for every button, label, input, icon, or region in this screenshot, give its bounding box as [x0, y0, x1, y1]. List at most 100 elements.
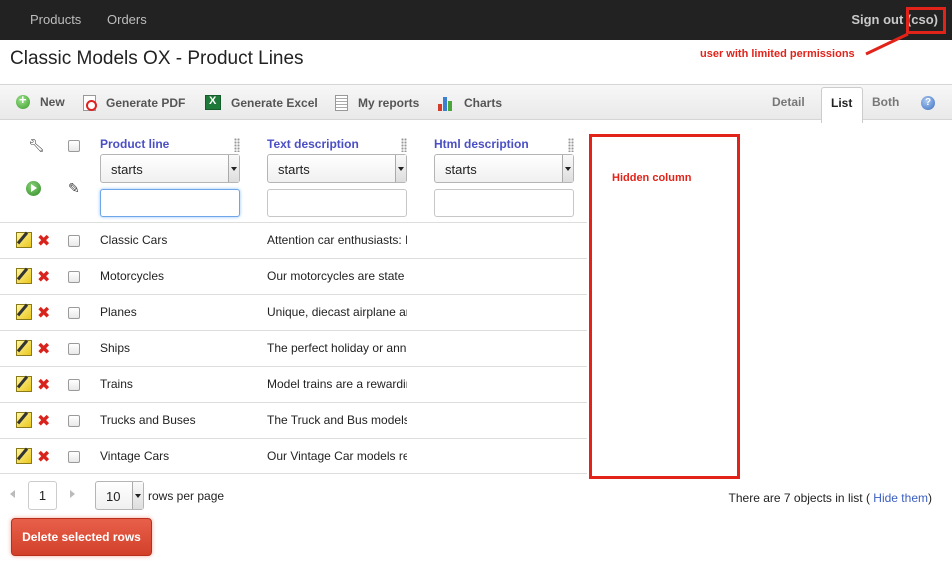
- prev-page-icon[interactable]: [10, 490, 15, 498]
- new-label: New: [40, 95, 65, 109]
- view-tab-both[interactable]: Both: [872, 95, 899, 109]
- filter-mode-value: starts: [111, 162, 143, 177]
- cell-text-description: Our motorcycles are state of: [267, 269, 407, 283]
- edit-icon[interactable]: [16, 340, 32, 356]
- charts-button[interactable]: Charts: [438, 95, 502, 111]
- clear-filter-icon[interactable]: ✎: [68, 180, 80, 197]
- annotation-arrow-icon: [865, 32, 909, 56]
- toolbar: New Generate PDF Generate Excel My repor…: [0, 84, 952, 120]
- charts-label: Charts: [464, 96, 503, 110]
- column-header-product-line[interactable]: Product line: [100, 137, 169, 151]
- nav-products-link[interactable]: Products: [30, 12, 81, 27]
- table-row: ✖ Planes Unique, diecast airplane and: [0, 294, 587, 330]
- row-checkbox[interactable]: [68, 379, 80, 391]
- table-row: ✖ Vintage Cars Our Vintage Car models re…: [0, 438, 587, 474]
- page-title: Classic Models OX - Product Lines: [10, 48, 304, 69]
- html-description-filter-input[interactable]: [434, 189, 574, 217]
- column-grip-icon[interactable]: [401, 138, 407, 152]
- text-description-filter-mode-select[interactable]: starts: [267, 154, 407, 183]
- column-header-html-description[interactable]: Html description: [434, 137, 529, 151]
- edit-icon[interactable]: [16, 232, 32, 248]
- rows-per-page-label: rows per page: [148, 489, 225, 503]
- table-row: ✖ Trucks and Buses The Truck and Bus mod…: [0, 402, 587, 438]
- hide-them-link[interactable]: Hide them: [873, 491, 928, 505]
- edit-icon[interactable]: [16, 304, 32, 320]
- reports-icon: [335, 95, 348, 111]
- cell-text-description: Unique, diecast airplane and: [267, 305, 407, 319]
- chevron-down-icon: [132, 482, 143, 509]
- product-line-filter-input[interactable]: [100, 189, 240, 217]
- cell-text-description: The perfect holiday or anniv: [267, 341, 407, 355]
- edit-icon[interactable]: [16, 268, 32, 284]
- wrench-icon[interactable]: 🔧︎: [28, 138, 45, 154]
- generate-pdf-label: Generate PDF: [106, 96, 186, 110]
- view-tab-list[interactable]: List: [821, 87, 863, 123]
- close-paren: ): [928, 491, 932, 505]
- delete-icon[interactable]: ✖: [37, 231, 50, 251]
- table-row: ✖ Motorcycles Our motorcycles are state …: [0, 258, 587, 294]
- pdf-icon: [83, 95, 97, 111]
- column-grip-icon[interactable]: [568, 138, 574, 152]
- chevron-down-icon: [562, 155, 573, 182]
- my-reports-button[interactable]: My reports: [335, 95, 419, 111]
- top-navbar: Products Orders Sign out (cso): [0, 0, 952, 40]
- edit-icon[interactable]: [16, 448, 32, 464]
- rows-per-page-value: 10: [106, 489, 121, 504]
- edit-icon[interactable]: [16, 376, 32, 392]
- column-header-text-description[interactable]: Text description: [267, 137, 359, 151]
- filter-mode-value: starts: [278, 162, 310, 177]
- filter-run-icon[interactable]: [26, 181, 41, 196]
- row-checkbox[interactable]: [68, 415, 80, 427]
- help-icon[interactable]: ?: [921, 96, 935, 110]
- delete-icon[interactable]: ✖: [37, 303, 50, 323]
- delete-icon[interactable]: ✖: [37, 375, 50, 395]
- cell-product-line: Planes: [100, 305, 137, 319]
- nav-orders-link[interactable]: Orders: [107, 12, 147, 27]
- delete-icon[interactable]: ✖: [37, 267, 50, 287]
- chevron-down-icon: [395, 155, 406, 182]
- row-checkbox[interactable]: [68, 235, 80, 247]
- cell-product-line: Ships: [100, 341, 131, 355]
- table-row: ✖ Ships The perfect holiday or anniv: [0, 330, 587, 366]
- cell-text-description: Model trains are a rewarding: [267, 377, 407, 391]
- view-tab-detail[interactable]: Detail: [772, 95, 805, 109]
- cell-product-line: Trains: [100, 377, 133, 391]
- row-checkbox[interactable]: [68, 271, 80, 283]
- row-checkbox[interactable]: [68, 307, 80, 319]
- delete-icon[interactable]: ✖: [37, 411, 50, 431]
- table-row: ✖ Trains Model trains are a rewarding: [0, 366, 587, 402]
- view-tab-list-label: List: [831, 96, 853, 110]
- annotation-user-note: user with limited permissions: [700, 48, 855, 60]
- generate-pdf-button[interactable]: Generate PDF: [83, 95, 185, 111]
- cell-text-description: The Truck and Bus models are: [267, 413, 407, 427]
- delete-selected-rows-button[interactable]: Delete selected rows: [11, 518, 152, 556]
- annotation-hidden-column-label: Hidden column: [612, 172, 692, 184]
- new-button[interactable]: New: [16, 92, 65, 109]
- table-row: ✖ Classic Cars Attention car enthusiasts…: [0, 222, 587, 258]
- next-page-icon[interactable]: [70, 490, 75, 498]
- delete-icon[interactable]: ✖: [37, 339, 50, 359]
- excel-icon: [205, 95, 221, 110]
- cell-text-description: Our Vintage Car models reali: [267, 449, 407, 463]
- column-grip-icon[interactable]: [234, 138, 240, 152]
- edit-icon[interactable]: [16, 412, 32, 428]
- product-line-filter-mode-select[interactable]: starts: [100, 154, 240, 183]
- generate-excel-button[interactable]: Generate Excel: [205, 95, 318, 110]
- row-checkbox[interactable]: [68, 343, 80, 355]
- annotation-hidden-column-box: [589, 134, 740, 479]
- generate-excel-label: Generate Excel: [231, 95, 318, 110]
- cell-product-line: Vintage Cars: [100, 449, 170, 463]
- cell-product-line: Trucks and Buses: [100, 413, 196, 427]
- cell-text-description: Attention car enthusiasts: M: [267, 233, 407, 247]
- rows-per-page-select[interactable]: 10: [95, 481, 144, 510]
- html-description-filter-mode-select[interactable]: starts: [434, 154, 574, 183]
- delete-icon[interactable]: ✖: [37, 447, 50, 467]
- text-description-filter-input[interactable]: [267, 189, 407, 217]
- select-all-checkbox[interactable]: [68, 140, 80, 152]
- charts-icon: [438, 95, 454, 111]
- object-count-label: There are 7 objects in list (: [728, 491, 870, 505]
- my-reports-label: My reports: [358, 96, 420, 110]
- current-page-button[interactable]: 1: [28, 481, 57, 510]
- cell-product-line: Motorcycles: [100, 269, 165, 283]
- row-checkbox[interactable]: [68, 451, 80, 463]
